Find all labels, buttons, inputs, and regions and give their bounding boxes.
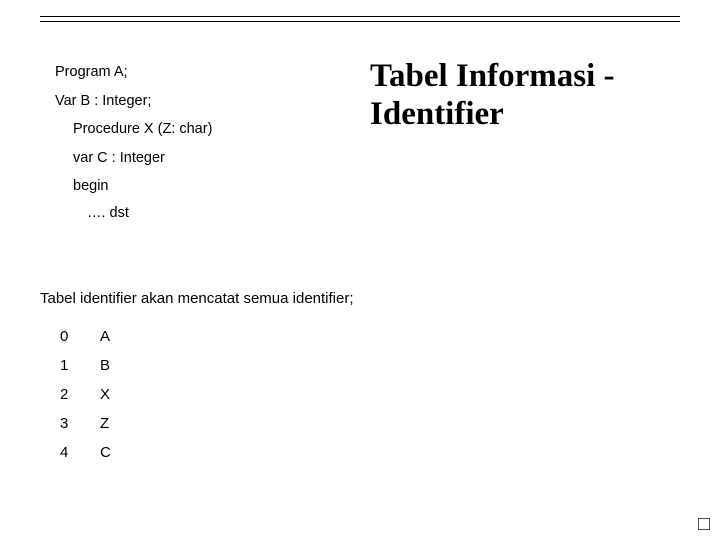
table-cell-value: B	[100, 357, 110, 374]
table-cell-index: 0	[60, 328, 100, 345]
table-cell-index: 4	[60, 444, 100, 461]
code-line: begin	[73, 179, 212, 194]
table-cell-value: C	[100, 444, 111, 461]
table-row: 2 X	[60, 386, 111, 403]
code-line: …. dst	[87, 206, 212, 221]
table-cell-index: 3	[60, 415, 100, 432]
top-divider	[40, 16, 680, 22]
table-row: 0 A	[60, 328, 111, 345]
code-line: Program A;	[55, 65, 212, 80]
table-cell-value: A	[100, 328, 110, 345]
table-row: 3 Z	[60, 415, 111, 432]
identifier-table: 0 A 1 B 2 X 3 Z 4 C	[60, 328, 111, 473]
corner-square-icon	[698, 518, 710, 530]
table-cell-value: Z	[100, 415, 109, 432]
table-description: Tabel identifier akan mencatat semua ide…	[40, 290, 354, 307]
table-cell-index: 1	[60, 357, 100, 374]
code-block: Program A; Var B : Integer; Procedure X …	[55, 65, 212, 220]
slide-title: Tabel Informasi - Identifier	[370, 58, 690, 134]
table-cell-index: 2	[60, 386, 100, 403]
code-line: Procedure X (Z: char)	[73, 122, 212, 137]
code-line: Var B : Integer;	[55, 94, 212, 109]
table-row: 4 C	[60, 444, 111, 461]
code-line: var C : Integer	[73, 151, 212, 166]
table-cell-value: X	[100, 386, 110, 403]
table-row: 1 B	[60, 357, 111, 374]
